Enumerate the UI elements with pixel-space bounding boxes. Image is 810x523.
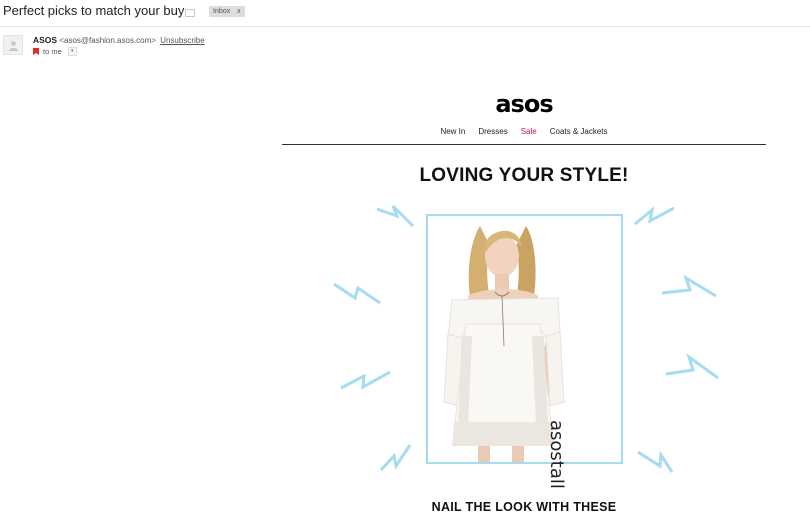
zigzag-mark	[333, 282, 381, 305]
product-image[interactable]	[426, 214, 623, 464]
zigzag-mark	[661, 274, 717, 298]
product-brand-watermark: asostall	[546, 420, 567, 489]
zigzag-mark	[637, 450, 674, 473]
newsletter-subheadline: NAIL THE LOOK WITH THESE	[431, 500, 617, 514]
zigzag-mark	[634, 206, 675, 226]
zigzag-mark	[379, 444, 412, 472]
zigzag-mark	[340, 370, 391, 390]
zigzag-mark	[376, 204, 415, 228]
zigzag-mark	[665, 353, 719, 380]
model-in-white-dress-image	[428, 216, 621, 462]
decorative-zigzags	[333, 204, 719, 473]
